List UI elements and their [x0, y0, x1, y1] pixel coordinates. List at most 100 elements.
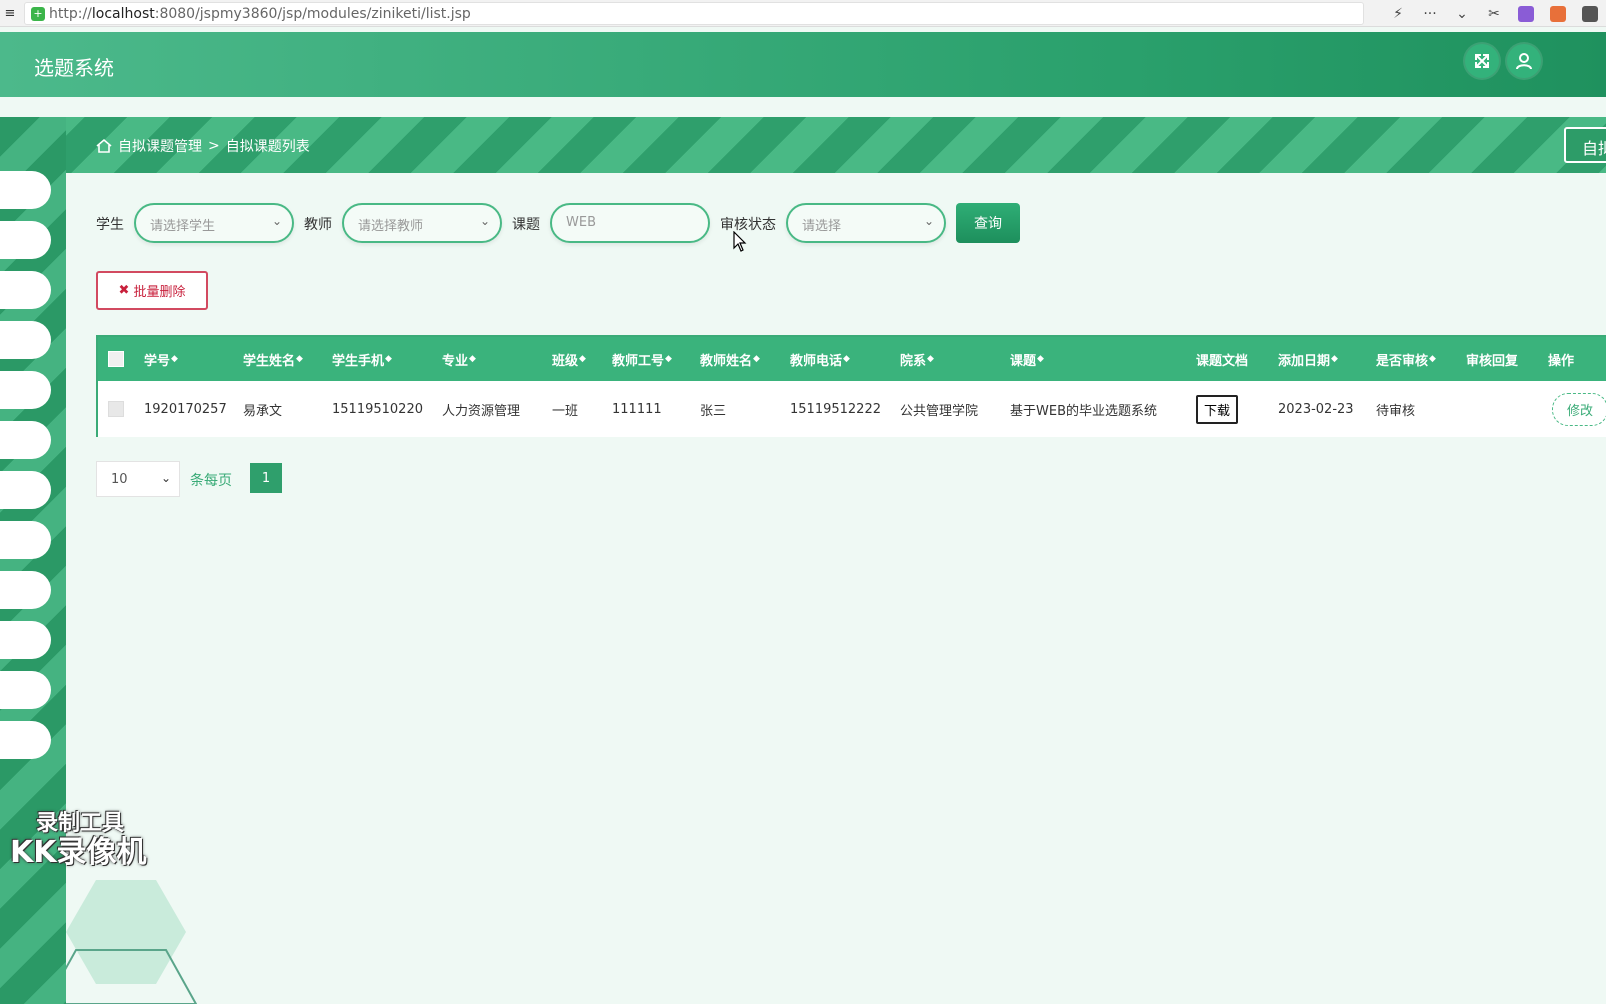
game-extension-icon[interactable]: [1550, 5, 1566, 22]
column-header[interactable]: 添加日期 ◆: [1278, 337, 1338, 381]
sort-icon: ◆: [665, 354, 672, 364]
page-size-value: 10: [111, 472, 128, 487]
row-checkbox[interactable]: [108, 401, 124, 417]
column-header: 课题文档: [1196, 353, 1249, 369]
breadcrumb-page: 自拟课题列表: [225, 139, 310, 155]
column-header: 操作: [1548, 353, 1575, 369]
chevron-down-icon: ⌄: [923, 214, 934, 228]
translate-extension-icon[interactable]: [1518, 5, 1534, 22]
cell-student-no: 1920170257: [144, 401, 227, 417]
sidebar-item[interactable]: [0, 171, 51, 209]
select-all-checkbox[interactable]: [108, 351, 124, 367]
chevron-down-icon: ⌄: [271, 214, 282, 228]
teacher-select[interactable]: 请选择教师 ⌄: [342, 203, 502, 243]
shield-icon: +: [31, 6, 45, 21]
column-header[interactable]: 是否审核 ◆: [1376, 337, 1436, 381]
sort-icon: ◆: [469, 354, 476, 364]
sort-icon: ◆: [843, 354, 850, 364]
status-filter-label: 审核状态: [720, 217, 776, 233]
cell-teacher-no: 111111: [612, 401, 662, 417]
sort-icon: ◆: [1429, 354, 1436, 364]
sidebar-item[interactable]: [0, 421, 51, 459]
chevron-down-icon: ⌄: [479, 214, 490, 228]
sort-icon: ◆: [1331, 354, 1338, 364]
page-number-button[interactable]: 1: [250, 463, 282, 493]
topic-input-value: WEB: [566, 215, 596, 230]
column-header[interactable]: 课题 ◆: [1010, 337, 1044, 381]
right-tab[interactable]: 自拟: [1564, 127, 1606, 163]
sidebar-item[interactable]: [0, 221, 51, 259]
cell-student-phone: 15119510220: [332, 401, 423, 417]
cell-student-name: 易承文: [243, 403, 283, 419]
chevron-down-icon[interactable]: ⌄: [1446, 6, 1478, 22]
breadcrumb-section[interactable]: 自拟课题管理: [118, 136, 202, 156]
recorder-watermark: 录制工具 KK录像机: [10, 811, 147, 869]
student-select-placeholder: 请选择学生: [150, 219, 216, 234]
batch-delete-label: 批量删除: [133, 285, 186, 300]
data-table: 学号 ◆ 学生姓名 ◆ 学生手机 ◆ 专业 ◆ 班级 ◆ 教师工号 ◆ 教师姓名 ◆ 教师电话…: [96, 335, 1606, 437]
topic-filter-label: 课题: [512, 217, 540, 233]
download-button[interactable]: 下载: [1196, 394, 1239, 424]
column-header[interactable]: 教师工号 ◆: [612, 337, 672, 381]
top-header: 选题系统: [0, 32, 1606, 97]
batch-delete-button[interactable]: ✖ 批量删除: [96, 271, 208, 310]
column-header[interactable]: 教师姓名 ◆: [700, 337, 760, 381]
expand-icon: [1475, 54, 1489, 68]
sort-icon: ◆: [927, 354, 934, 364]
status-select[interactable]: 请选择 ⌄: [786, 203, 946, 243]
extension-icon[interactable]: [1582, 5, 1598, 22]
sidebar-item[interactable]: [0, 321, 51, 359]
sort-icon: ◆: [1037, 354, 1044, 364]
close-icon: ✖: [118, 283, 130, 298]
column-header[interactable]: 班级 ◆: [552, 337, 586, 381]
table-header: 学号 ◆ 学生姓名 ◆ 学生手机 ◆ 专业 ◆ 班级 ◆ 教师工号 ◆ 教师姓名 ◆ 教师电话…: [98, 337, 1606, 381]
user-button[interactable]: [1507, 44, 1541, 78]
page-size-select[interactable]: 10 ⌄: [96, 461, 180, 497]
breadcrumb-separator: >: [208, 138, 220, 154]
sidebar-item[interactable]: [0, 271, 51, 309]
url-scheme: http://: [49, 5, 92, 22]
browser-address-bar: ≡ + http://localhost:8080/jspmy3860/jsp/…: [0, 0, 1606, 27]
sort-icon: ◆: [753, 354, 760, 364]
teacher-select-placeholder: 请选择教师: [358, 219, 424, 234]
sidebar-item[interactable]: [0, 721, 51, 759]
sidebar-item[interactable]: [0, 671, 51, 709]
sidebar-item[interactable]: [0, 471, 51, 509]
browser-toolbar: ⚡ ··· ⌄ ✂: [1382, 0, 1606, 27]
more-icon[interactable]: ···: [1414, 6, 1446, 22]
status-select-placeholder: 请选择: [802, 219, 842, 234]
cell-teacher-name: 张三: [700, 403, 727, 419]
fullscreen-button[interactable]: [1465, 44, 1499, 78]
cell-status: 待审核: [1376, 403, 1416, 419]
scissors-icon[interactable]: ✂: [1478, 6, 1510, 22]
url-field[interactable]: + http://localhost:8080/jspmy3860/jsp/mo…: [24, 2, 1364, 25]
breadcrumb: 自拟课题管理 > 自拟课题列表: [96, 136, 310, 156]
column-header[interactable]: 专业 ◆: [442, 337, 476, 381]
app-title: 选题系统: [34, 56, 114, 80]
cell-date: 2023-02-23: [1278, 401, 1354, 417]
topic-input[interactable]: WEB: [550, 203, 710, 243]
home-icon[interactable]: [96, 138, 112, 154]
sort-icon: ◆: [579, 354, 586, 364]
menu-icon[interactable]: ≡: [0, 6, 20, 21]
cell-teacher-phone: 15119512222: [790, 401, 881, 417]
lightning-icon[interactable]: ⚡: [1382, 6, 1414, 22]
sort-icon: ◆: [171, 354, 178, 364]
column-header[interactable]: 学生姓名 ◆: [243, 337, 303, 381]
cell-major: 人力资源管理: [442, 403, 521, 419]
column-header[interactable]: 学生手机 ◆: [332, 337, 392, 381]
sidebar-item[interactable]: [0, 521, 51, 559]
sort-icon: ◆: [296, 354, 303, 364]
url-host: localhost: [91, 5, 155, 22]
student-select[interactable]: 请选择学生 ⌄: [134, 203, 294, 243]
edit-button[interactable]: 修改: [1552, 392, 1606, 426]
sidebar-item[interactable]: [0, 571, 51, 609]
cell-class: 一班: [552, 403, 579, 419]
column-header[interactable]: 学号 ◆: [144, 337, 178, 381]
sidebar-item[interactable]: [0, 621, 51, 659]
query-button[interactable]: 查询: [956, 203, 1020, 243]
column-header[interactable]: 院系 ◆: [900, 337, 934, 381]
column-header[interactable]: 教师电话 ◆: [790, 337, 850, 381]
table-row[interactable]: 1920170257 易承文 15119510220 人力资源管理 一班 111…: [98, 381, 1606, 437]
sidebar-item[interactable]: [0, 371, 51, 409]
